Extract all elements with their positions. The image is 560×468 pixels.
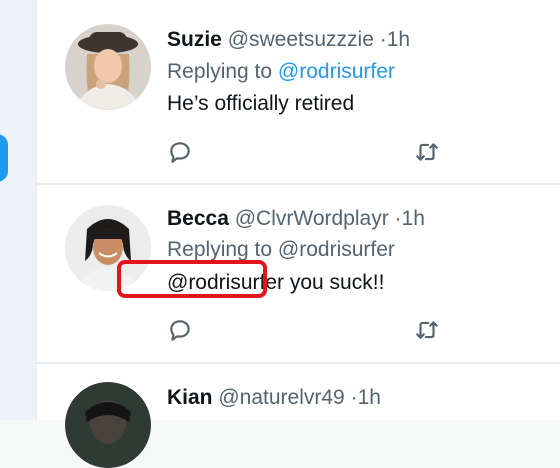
author-name[interactable]: Becca [167,207,229,230]
sidebar-accent-button[interactable] [0,134,8,182]
replying-prefix: Replying to [167,238,273,261]
tweet-text: He’s officially retired [167,92,355,115]
separator-dot: · [379,28,387,51]
tweet-time[interactable]: 1h [402,207,425,230]
tweet-suzie[interactable]: Suzie @sweetsuzzzie ·1h Replying to @rod… [37,0,560,184]
replying-to-line: Replying to @rodrisurfer [167,60,395,84]
avatar[interactable] [65,24,151,110]
reply-icon [170,320,190,341]
author-name[interactable]: Kian [167,386,213,409]
tweet-header: Suzie @sweetsuzzzie ·1h [167,28,410,52]
reply-button[interactable] [164,136,196,168]
retweet-button[interactable] [411,314,443,346]
author-name[interactable]: Suzie [167,28,222,51]
mention-highlight-box [117,260,267,298]
replying-to-link[interactable]: @rodrisurfer [278,60,395,83]
avatar[interactable] [65,382,151,468]
separator-dot: · [394,207,402,230]
left-sidebar-edge [0,0,36,420]
replying-prefix: Replying to [167,60,273,83]
retweet-icon [416,321,438,339]
author-handle[interactable]: @naturelvr49 [218,386,344,409]
tweet-text: you suck!! [289,271,385,294]
retweet-icon [416,143,438,161]
replying-to-link[interactable]: @rodrisurfer [278,238,395,261]
reply-button[interactable] [164,314,196,346]
tweet-kian[interactable]: Kian @naturelvr49 ·1h [37,364,560,468]
reply-icon [170,142,190,163]
separator-dot: · [350,386,358,409]
author-handle[interactable]: @ClvrWordplayr [235,207,389,230]
tweet-becca[interactable]: Becca @ClvrWordplayr ·1h Replying to @ro… [37,185,560,363]
tweet-header: Becca @ClvrWordplayr ·1h [167,207,425,231]
author-handle[interactable]: @sweetsuzzzie [228,28,374,51]
tweet-time[interactable]: 1h [387,28,410,51]
tweet-header: Kian @naturelvr49 ·1h [167,386,381,410]
replying-to-line: Replying to @rodrisurfer [167,238,395,262]
tweet-feed: Suzie @sweetsuzzzie ·1h Replying to @rod… [36,0,560,468]
tweet-time[interactable]: 1h [358,386,381,409]
retweet-button[interactable] [411,136,443,168]
